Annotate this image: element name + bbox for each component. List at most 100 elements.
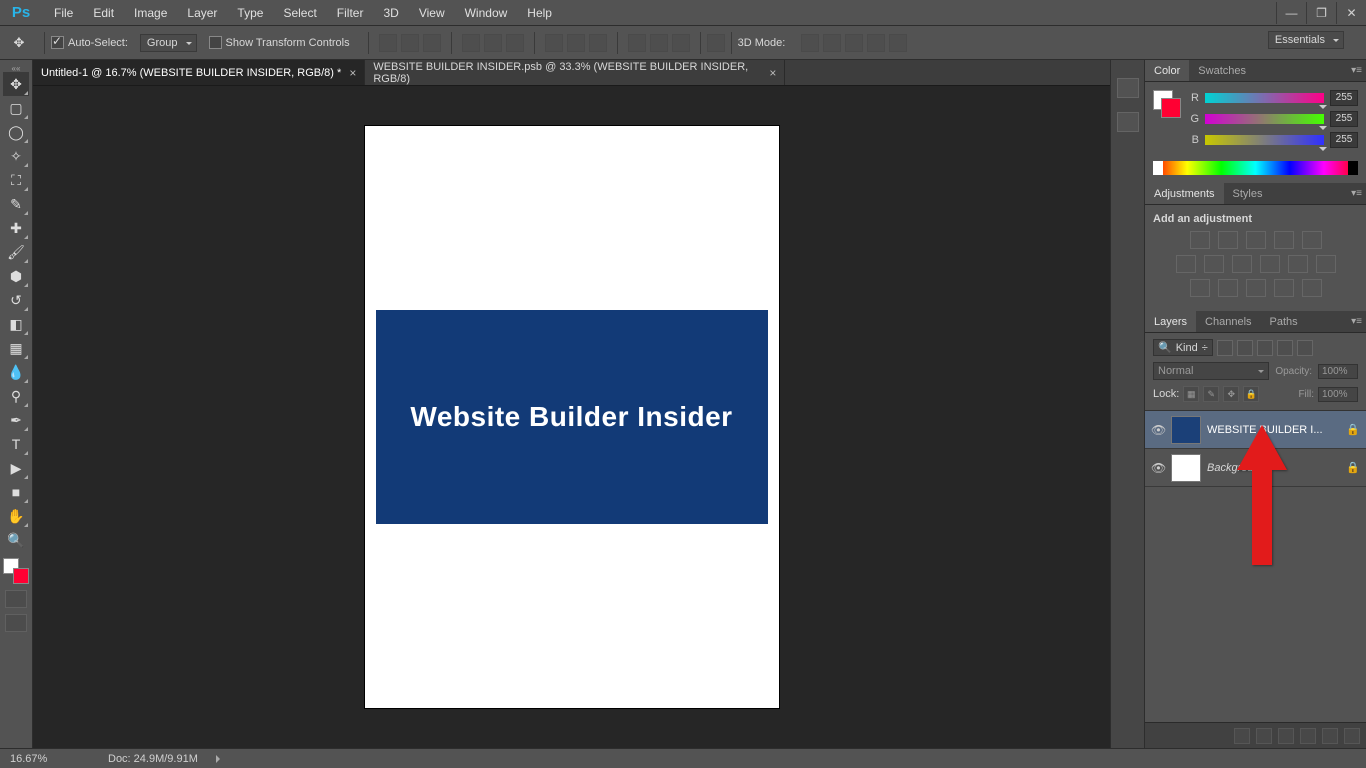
align-hcenter-icon[interactable]	[484, 34, 502, 52]
new-group-icon[interactable]	[1300, 728, 1316, 744]
blend-mode-select[interactable]: Normal	[1153, 362, 1269, 380]
lock-pixels-icon[interactable]: ✎	[1203, 386, 1219, 402]
curves-icon[interactable]	[1246, 231, 1266, 249]
stamp-tool[interactable]: ⬢	[3, 264, 29, 288]
hand-tool[interactable]: ✋	[3, 504, 29, 528]
zoom-level[interactable]: 16.67%	[10, 753, 90, 765]
auto-select-checkbox[interactable]	[51, 36, 64, 49]
minimize-button[interactable]: —	[1276, 2, 1306, 24]
filter-adjust-icon[interactable]	[1237, 340, 1253, 356]
distribute-hcenter-icon[interactable]	[650, 34, 668, 52]
posterize-icon[interactable]	[1218, 279, 1238, 297]
type-tool[interactable]: T	[3, 432, 29, 456]
eyedropper-tool[interactable]: ✎	[3, 192, 29, 216]
layer-filter-kind[interactable]: 🔍 Kind ÷	[1153, 339, 1213, 356]
r-value[interactable]: 255	[1330, 90, 1358, 106]
3d-roll-icon[interactable]	[823, 34, 841, 52]
color-spectrum[interactable]	[1153, 161, 1358, 175]
tab-channels[interactable]: Channels	[1196, 311, 1260, 332]
close-icon[interactable]: ×	[769, 66, 776, 80]
invert-icon[interactable]	[1190, 279, 1210, 297]
panel-menu-icon[interactable]: ▾≡	[1351, 316, 1362, 327]
workspace-select[interactable]: Essentials	[1268, 31, 1344, 49]
color-lookup-icon[interactable]	[1316, 255, 1336, 273]
tab-adjustments[interactable]: Adjustments	[1145, 183, 1224, 204]
bw-icon[interactable]	[1232, 255, 1252, 273]
tab-color[interactable]: Color	[1145, 60, 1189, 81]
align-right-icon[interactable]	[506, 34, 524, 52]
new-layer-icon[interactable]	[1322, 728, 1338, 744]
screen-mode-icon[interactable]	[5, 614, 27, 632]
r-slider[interactable]	[1205, 93, 1324, 103]
quick-mask-icon[interactable]	[5, 590, 27, 608]
shape-tool[interactable]: ■	[3, 480, 29, 504]
3d-pan-icon[interactable]	[845, 34, 863, 52]
menu-help[interactable]: Help	[517, 2, 562, 24]
delete-layer-icon[interactable]	[1344, 728, 1360, 744]
marquee-tool[interactable]: ▢	[3, 96, 29, 120]
align-bottom-icon[interactable]	[423, 34, 441, 52]
g-value[interactable]: 255	[1330, 111, 1358, 127]
lock-all-icon[interactable]: 🔒	[1243, 386, 1259, 402]
3d-orbit-icon[interactable]	[801, 34, 819, 52]
color-swatch-tool[interactable]	[3, 558, 29, 584]
levels-icon[interactable]	[1218, 231, 1238, 249]
menu-filter[interactable]: Filter	[327, 2, 374, 24]
document-tab-2[interactable]: WEBSITE BUILDER INSIDER.psb @ 33.3% (WEB…	[365, 60, 785, 85]
panel-menu-icon[interactable]: ▾≡	[1351, 188, 1362, 199]
brush-tool[interactable]: 🖌	[3, 240, 29, 264]
distribute-top-icon[interactable]	[545, 34, 563, 52]
history-brush-tool[interactable]: ↺	[3, 288, 29, 312]
color-panel-swatches[interactable]	[1153, 90, 1181, 118]
link-layers-icon[interactable]	[1234, 728, 1250, 744]
distribute-vcenter-icon[interactable]	[567, 34, 585, 52]
move-tool[interactable]: ✥	[3, 72, 29, 96]
gradient-map-icon[interactable]	[1274, 279, 1294, 297]
hue-icon[interactable]	[1176, 255, 1196, 273]
align-vcenter-icon[interactable]	[401, 34, 419, 52]
menu-file[interactable]: File	[44, 2, 83, 24]
crop-tool[interactable]: ⛶	[3, 168, 29, 192]
layer-row[interactable]: 👁 WEBSITE BUILDER I... 🔒	[1145, 411, 1366, 449]
exposure-icon[interactable]	[1274, 231, 1294, 249]
show-transform-checkbox[interactable]	[209, 36, 222, 49]
filter-pixel-icon[interactable]	[1217, 340, 1233, 356]
color-balance-icon[interactable]	[1204, 255, 1224, 273]
vibrance-icon[interactable]	[1302, 231, 1322, 249]
history-panel-icon[interactable]	[1117, 78, 1139, 98]
panel-menu-icon[interactable]: ▾≡	[1351, 65, 1362, 76]
canvas[interactable]: Website Builder Insider	[33, 86, 1110, 748]
layer-mask-icon[interactable]	[1278, 728, 1294, 744]
3d-zoom-icon[interactable]	[889, 34, 907, 52]
g-slider[interactable]	[1205, 114, 1324, 124]
menu-layer[interactable]: Layer	[177, 2, 227, 24]
layer-thumbnail[interactable]	[1171, 416, 1201, 444]
distribute-right-icon[interactable]	[672, 34, 690, 52]
bg-color-icon[interactable]	[1161, 98, 1181, 118]
filter-smart-icon[interactable]	[1297, 340, 1313, 356]
channel-mixer-icon[interactable]	[1288, 255, 1308, 273]
healing-tool[interactable]: ✚	[3, 216, 29, 240]
b-value[interactable]: 255	[1330, 132, 1358, 148]
b-slider[interactable]	[1205, 135, 1324, 145]
status-menu-icon[interactable]	[216, 755, 224, 763]
dodge-tool[interactable]: ⚲	[3, 384, 29, 408]
menu-window[interactable]: Window	[455, 2, 518, 24]
menu-view[interactable]: View	[409, 2, 455, 24]
visibility-icon[interactable]: 👁	[1151, 461, 1165, 475]
magic-wand-tool[interactable]: ✧	[3, 144, 29, 168]
distribute-bottom-icon[interactable]	[589, 34, 607, 52]
menu-select[interactable]: Select	[273, 2, 326, 24]
path-select-tool[interactable]: ▶	[3, 456, 29, 480]
tab-paths[interactable]: Paths	[1261, 311, 1307, 332]
layer-name[interactable]: WEBSITE BUILDER I...	[1207, 424, 1340, 436]
toolbar-collapse-icon[interactable]: ««	[0, 64, 32, 72]
zoom-tool[interactable]: 🔍	[3, 528, 29, 552]
align-left-icon[interactable]	[462, 34, 480, 52]
3d-slide-icon[interactable]	[867, 34, 885, 52]
document-tab-1[interactable]: Untitled-1 @ 16.7% (WEBSITE BUILDER INSI…	[33, 60, 365, 85]
filter-shape-icon[interactable]	[1277, 340, 1293, 356]
layer-name[interactable]: Background	[1207, 462, 1340, 474]
layer-thumbnail[interactable]	[1171, 454, 1201, 482]
maximize-button[interactable]: ❐	[1306, 2, 1336, 24]
